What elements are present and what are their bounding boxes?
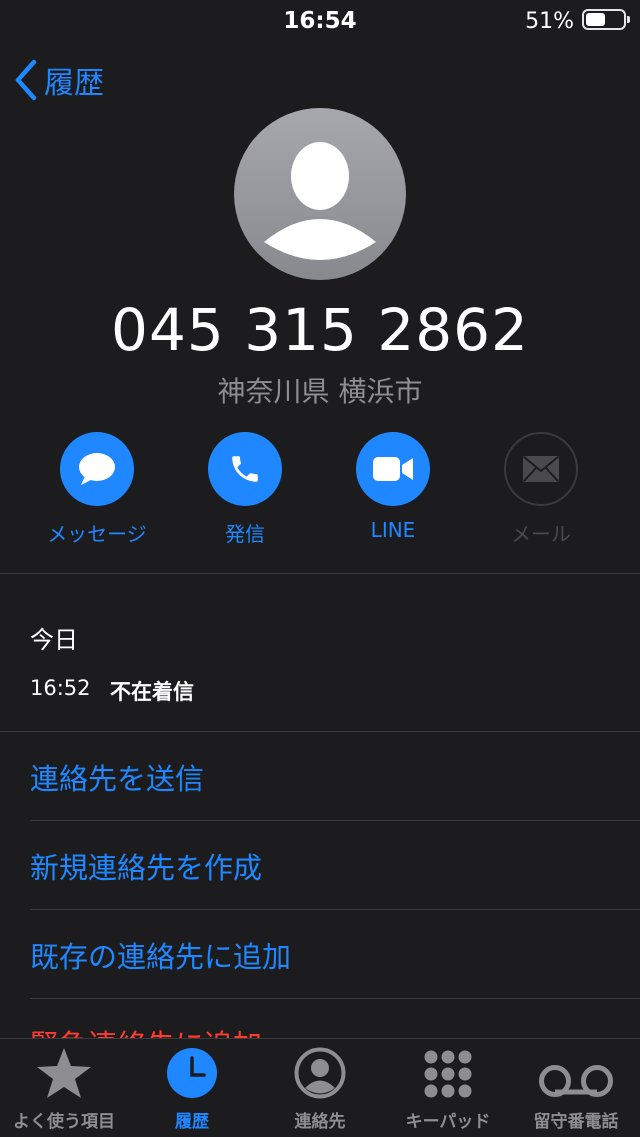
section-divider bbox=[0, 731, 640, 732]
create-contact-button[interactable]: 新規連絡先を作成 bbox=[30, 845, 262, 887]
tab-voicemail-label: 留守番電話 bbox=[533, 1112, 619, 1132]
mail-button[interactable]: メール bbox=[467, 432, 615, 547]
message-icon bbox=[79, 453, 115, 485]
row-divider bbox=[30, 909, 640, 910]
tab-voicemail[interactable]: 留守番電話 bbox=[512, 1039, 640, 1137]
section-divider bbox=[0, 573, 640, 574]
video-icon bbox=[373, 457, 413, 481]
phone-icon bbox=[232, 456, 258, 482]
message-label: メッセージ bbox=[47, 522, 147, 546]
tab-recents-label: 履歴 bbox=[175, 1112, 209, 1132]
mail-label: メール bbox=[511, 522, 571, 546]
tab-contacts[interactable]: 連絡先 bbox=[256, 1039, 384, 1137]
back-button[interactable]: 履歴 bbox=[14, 58, 104, 102]
clock-icon bbox=[167, 1048, 217, 1098]
row-divider bbox=[30, 820, 640, 821]
tab-contacts-label: 連絡先 bbox=[294, 1112, 346, 1132]
mail-icon bbox=[523, 456, 559, 482]
person-silhouette-icon bbox=[264, 142, 376, 260]
tab-recents[interactable]: 履歴 bbox=[128, 1039, 256, 1137]
region-label: 神奈川県 横浜市 bbox=[217, 375, 423, 408]
add-to-existing-contact-button[interactable]: 既存の連絡先に追加 bbox=[30, 934, 291, 976]
row-divider bbox=[30, 998, 640, 999]
voicemail-icon bbox=[539, 1065, 613, 1097]
phone-number: 045 315 2862 bbox=[111, 296, 529, 364]
call-time: 16:52 bbox=[30, 676, 91, 700]
line-label: LINE bbox=[370, 518, 416, 542]
tab-bar: よく使う項目 履歴 連絡先 キーパッド 留守番電話 bbox=[0, 1038, 640, 1137]
battery-percentage: 51% bbox=[525, 9, 574, 34]
tab-favorites[interactable]: よく使う項目 bbox=[0, 1039, 128, 1137]
avatar bbox=[234, 108, 406, 280]
tab-keypad-label: キーパッド bbox=[405, 1112, 491, 1132]
chevron-left-icon bbox=[15, 59, 37, 101]
call-status: 不在着信 bbox=[110, 680, 194, 704]
call-button[interactable]: 発信 bbox=[171, 432, 319, 547]
keypad-icon bbox=[424, 1050, 472, 1098]
tab-favorites-label: よく使う項目 bbox=[13, 1112, 115, 1132]
back-label: 履歴 bbox=[44, 66, 104, 101]
star-icon bbox=[37, 1048, 91, 1098]
send-contact-button[interactable]: 連絡先を送信 bbox=[30, 756, 204, 798]
tab-keypad[interactable]: キーパッド bbox=[384, 1039, 512, 1137]
message-button[interactable]: メッセージ bbox=[23, 432, 171, 547]
call-label: 発信 bbox=[225, 522, 265, 546]
history-day: 今日 bbox=[30, 626, 78, 654]
battery-icon bbox=[582, 9, 630, 30]
line-video-button[interactable]: LINE bbox=[319, 432, 467, 542]
person-circle-icon bbox=[294, 1047, 346, 1099]
